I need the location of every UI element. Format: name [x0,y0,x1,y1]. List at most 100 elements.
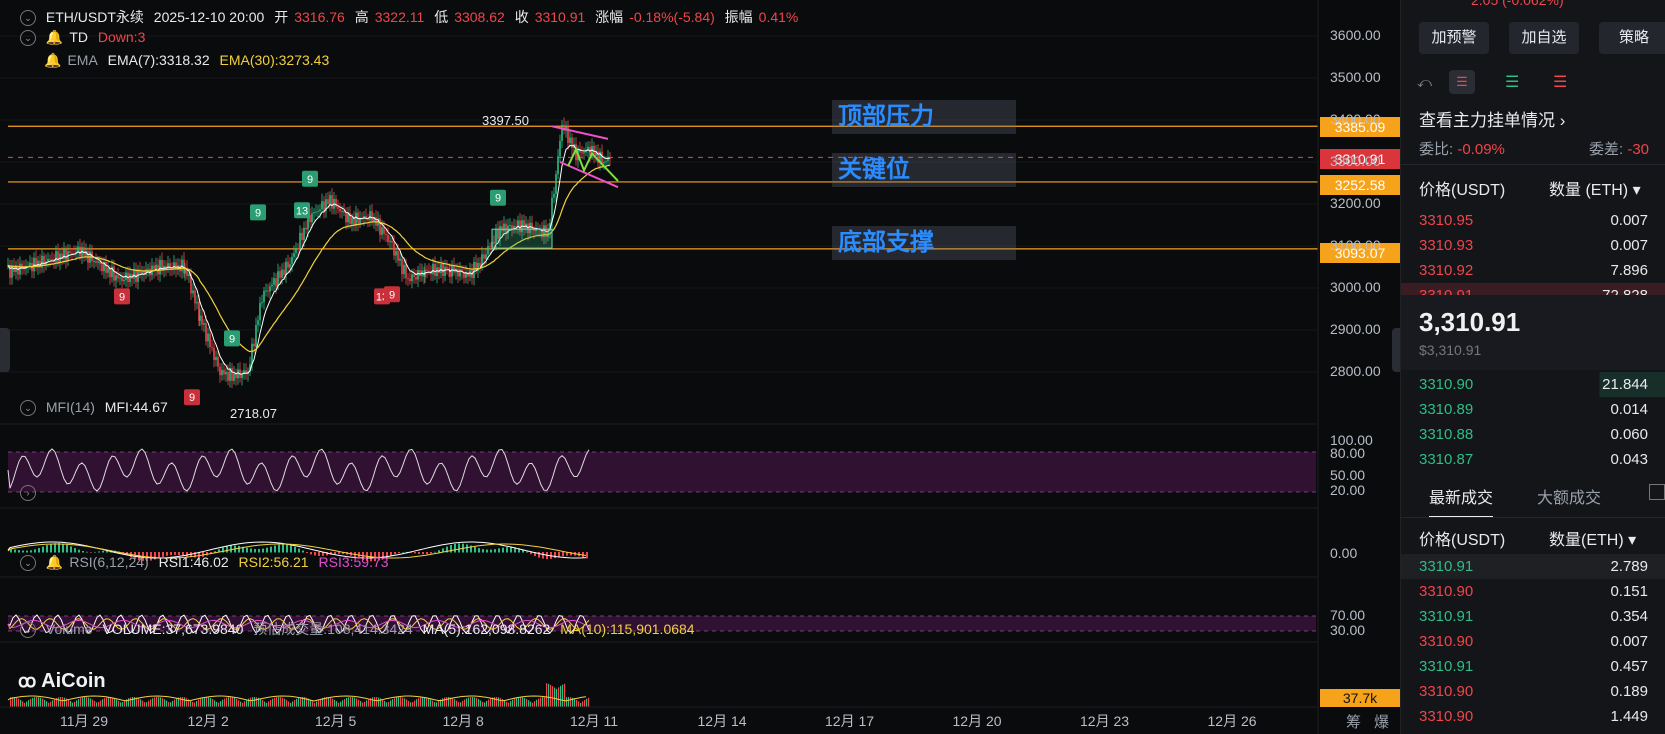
ema7-value: EMA(7):3318.32 [107,52,210,68]
volume-bar [314,702,316,707]
volume-bar [224,698,226,707]
volume-bar [94,700,96,707]
macd-bar [434,551,436,553]
layout-bids-icon[interactable]: ☰ [1505,72,1519,92]
chevron-right-icon: › [1559,111,1566,130]
candle-body [29,262,31,266]
orderbook-row[interactable]: 3310.90 0.151 [1401,579,1665,604]
volume-bar [496,697,498,707]
expand-icon[interactable]: › [20,485,36,502]
volume-bar [562,684,564,707]
row-quantity: 0.014 [1610,401,1648,418]
trades-col-qty[interactable]: 数量(ETH) ▾ [1549,526,1636,550]
row-quantity: 0.189 [1610,683,1648,700]
volume-bar [546,683,548,707]
orderbook-row[interactable]: 3310.90 0.007 [1401,629,1665,654]
volume-bar [60,697,62,707]
candle-body [93,260,95,262]
layout-both-icon[interactable]: ☰ [1449,70,1475,94]
orderbook-row[interactable]: 3310.92 7.896 [1401,258,1665,283]
collapse-icon[interactable]: ⌄ [20,30,36,47]
volume-bar [366,700,368,707]
strategy-button[interactable]: 策略 [1599,22,1665,54]
td-marker-label: 9 [255,207,261,219]
layout-asks-icon[interactable]: ☰ [1553,72,1567,92]
macd-axis-label: 0.00 [1330,545,1358,561]
tab-large-trades[interactable]: 大额成交 [1537,484,1601,508]
candle-body [287,261,289,268]
macd-bar [50,543,52,553]
orderbook-row[interactable]: 3310.87 0.043 [1401,447,1665,472]
volume-bar [532,702,534,707]
volume-bar [162,698,164,707]
candle-body [557,156,559,175]
key-price-tag: 3252.58 [1320,175,1400,195]
orderbook-row[interactable]: 3310.89 0.014 [1401,397,1665,422]
macd-bar [422,552,424,555]
orderbook-row[interactable]: 3310.90 21.844 [1401,372,1665,397]
volume-bar [412,702,414,707]
orderbook-row[interactable]: 3310.93 0.007 [1401,233,1665,258]
bell-icon[interactable]: 🔔 [46,29,63,45]
volume-bar [52,700,54,707]
main-orders-link[interactable]: 查看主力挂单情况 › [1419,106,1565,131]
volume-bar [432,700,434,707]
kline-chart[interactable]: 9 9 9 9 13 9 13 9 9 ⌄ ETH/USDT永续 2025-12-10 20:0… [0,0,1400,734]
orderbook-row[interactable]: 3310.90 0.189 [1401,679,1665,704]
candle-body [97,261,99,263]
volume-bar [386,702,388,707]
liquidation-button[interactable]: 爆 [1374,711,1389,732]
orderbook-row[interactable]: 3310.91 0.457 [1401,654,1665,679]
row-price: 3310.91 [1419,658,1474,675]
mfi-label: MFI(14) [45,399,95,415]
ema-indicator: 🔔 EMA EMA(7):3318.32 EMA(30):3273.43 [44,52,335,69]
volume-bar [542,697,544,707]
volume-bar [36,697,38,707]
ob-col-qty[interactable]: 数量 (ETH) ▾ [1549,176,1641,200]
volume-bar [338,702,340,707]
orderbook-row[interactable]: 3310.95 0.007 [1401,208,1665,233]
filter-checkbox[interactable] [1649,484,1665,500]
volume-bar [82,697,84,707]
candle-body [147,268,149,270]
volume-bar [536,699,538,707]
candle-body [207,333,209,342]
collapse-icon[interactable]: ⌄ [20,400,36,417]
right-drag-handle[interactable] [1392,328,1400,372]
row-price: 3310.90 [1419,708,1474,725]
collapse-icon[interactable]: ⌄ [20,555,36,572]
orderbook-row[interactable]: 3310.90 1.449 [1401,704,1665,729]
left-drag-handle[interactable] [0,328,10,372]
collapse-icon[interactable]: ⌄ [20,622,36,639]
candle-body [277,271,279,287]
orderbook-row[interactable]: 3310.91 2.789 [1401,554,1665,579]
macd-bar [18,550,20,553]
candle-body [199,315,201,321]
chip-button[interactable]: 筹 [1346,711,1361,732]
volume-bar [290,702,292,707]
macd-bar [66,544,68,553]
candle-body [167,263,169,270]
orderbook-row[interactable]: 3310.91 0.354 [1401,604,1665,629]
bell-icon[interactable]: 🔔 [44,52,61,68]
macd-bar [74,548,76,553]
orderbook-row[interactable]: 3310.88 0.060 [1401,422,1665,447]
undo-icon[interactable]: ⤺ [1417,74,1432,91]
tab-latest-trades[interactable]: 最新成交 [1429,484,1494,518]
candle-body [279,271,281,278]
candle-body [192,290,194,294]
volume-bar [452,698,454,707]
macd-bar [26,550,28,553]
volume-bar [46,701,48,707]
volume-bar [584,700,586,707]
candle-body [523,220,525,229]
volume-bar [278,697,280,707]
candle-body [267,290,269,292]
add-alert-button[interactable]: 加预警 [1419,22,1489,54]
time-axis-label: 12月 5 [315,713,357,729]
add-watchlist-button[interactable]: 加自选 [1509,22,1579,54]
row-quantity: 0.007 [1610,633,1648,650]
candle-body [479,262,481,267]
bell-icon[interactable]: 🔔 [46,554,63,570]
collapse-icon[interactable]: ⌄ [20,10,36,27]
